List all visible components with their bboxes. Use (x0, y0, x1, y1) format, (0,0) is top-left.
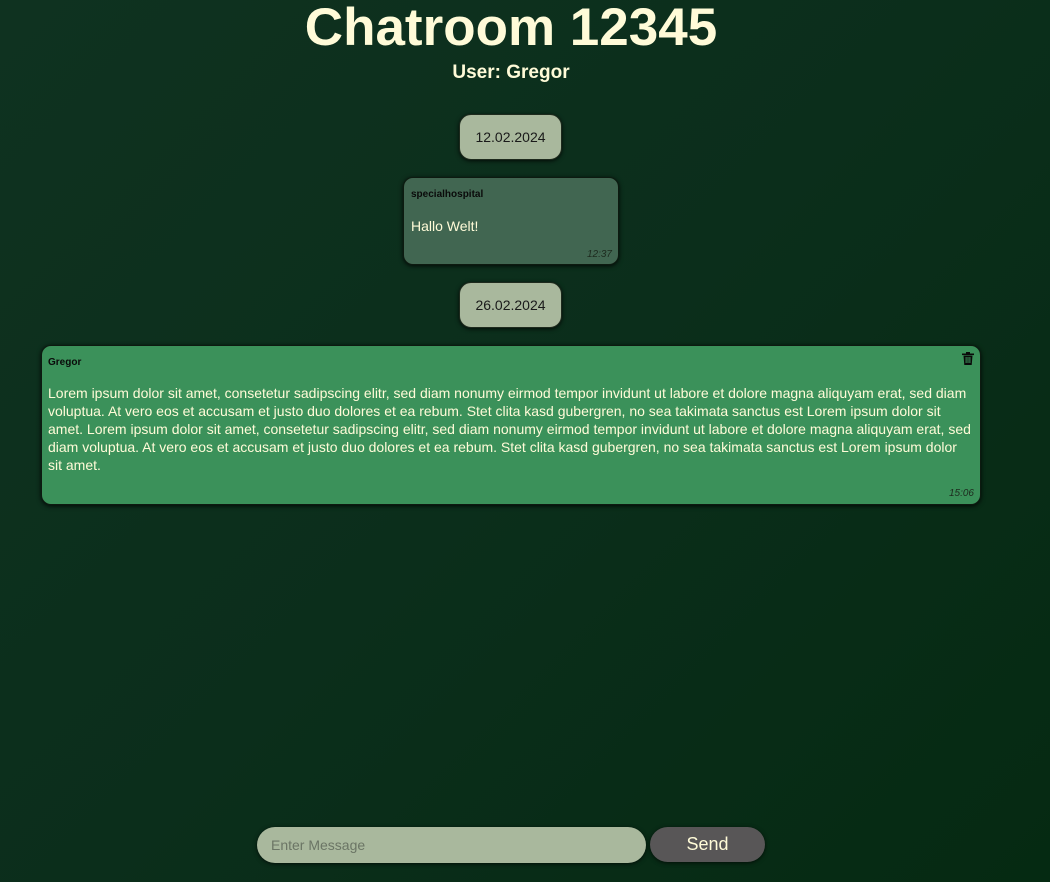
message-text: Lorem ipsum dolor sit amet, consetetur s… (48, 385, 971, 473)
send-button[interactable]: Send (650, 827, 765, 862)
message-input[interactable] (257, 827, 646, 863)
current-user-label: User: Gregor (452, 62, 570, 83)
message-author: Gregor (48, 357, 82, 368)
chat-header: Chatroom 12345 User: Gregor (0, 0, 1022, 84)
message-bubble: specialhospital Hallo Welt! 12:37 (403, 177, 619, 265)
trash-icon-graphic (962, 352, 974, 365)
message-text: Hallo Welt! (411, 218, 479, 234)
message-bubble-own: Gregor Lorem ipsum dolor sit amet, conse… (41, 345, 981, 505)
date-separator: 12.02.2024 (459, 114, 562, 160)
message-time: 15:06 (948, 488, 974, 499)
message-time: 12:37 (586, 249, 612, 260)
message-author: specialhospital (411, 189, 484, 200)
date-separator: 26.02.2024 (459, 282, 562, 328)
trash-icon[interactable] (962, 352, 974, 365)
page-title: Chatroom 12345 (304, 0, 718, 57)
